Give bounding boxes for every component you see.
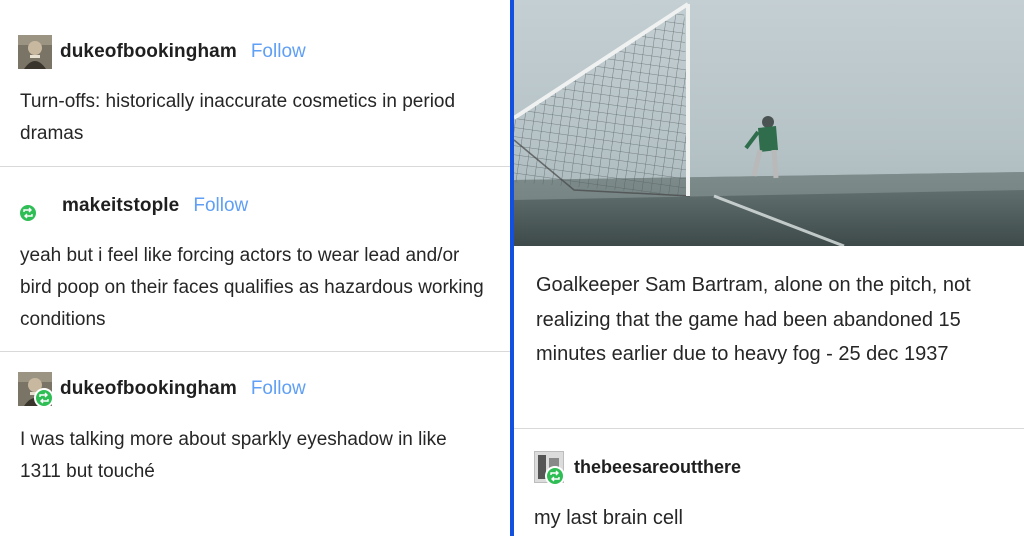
post-body-text: I was talking more about sparkly eyeshad… <box>20 429 447 482</box>
reply-body-text: my last brain cell <box>534 507 683 529</box>
post-username[interactable]: dukeofbookingham <box>60 378 237 400</box>
user-avatar[interactable] <box>534 451 565 486</box>
post-body-text: yeah but i feel like forcing actors to w… <box>20 245 484 330</box>
post-divider <box>514 428 1024 429</box>
post-caption: Goalkeeper Sam Bartram, alone on the pit… <box>536 274 971 365</box>
reply-username[interactable]: thebeesareoutthere <box>574 457 741 478</box>
post-header: makeitstople Follow <box>18 188 248 224</box>
foggy-football-pitch-photo <box>514 0 1024 248</box>
reblog-icon <box>18 203 38 223</box>
reply-header: thebeesareoutthere <box>534 450 741 486</box>
right-post-panel: Goalkeeper Sam Bartram, alone on the pit… <box>514 0 1024 536</box>
user-avatar[interactable] <box>18 191 40 223</box>
post-body-text: Turn-offs: historically inaccurate cosme… <box>20 91 456 144</box>
post-header: dukeofbookingham Follow <box>18 371 306 408</box>
post-divider <box>0 351 510 352</box>
follow-button[interactable]: Follow <box>251 378 306 400</box>
user-avatar[interactable] <box>18 35 52 69</box>
post-username[interactable]: dukeofbookingham <box>60 41 237 63</box>
reblog-icon <box>34 388 54 408</box>
follow-button[interactable]: Follow <box>193 195 248 217</box>
post-divider <box>0 166 510 167</box>
reblog-icon <box>545 466 565 486</box>
post-header: dukeofbookingham Follow <box>18 34 306 70</box>
user-avatar[interactable] <box>18 372 54 408</box>
left-thread-panel: dukeofbookingham Follow Turn-offs: histo… <box>0 0 510 536</box>
post-username[interactable]: makeitstople <box>62 195 179 217</box>
follow-button[interactable]: Follow <box>251 41 306 63</box>
